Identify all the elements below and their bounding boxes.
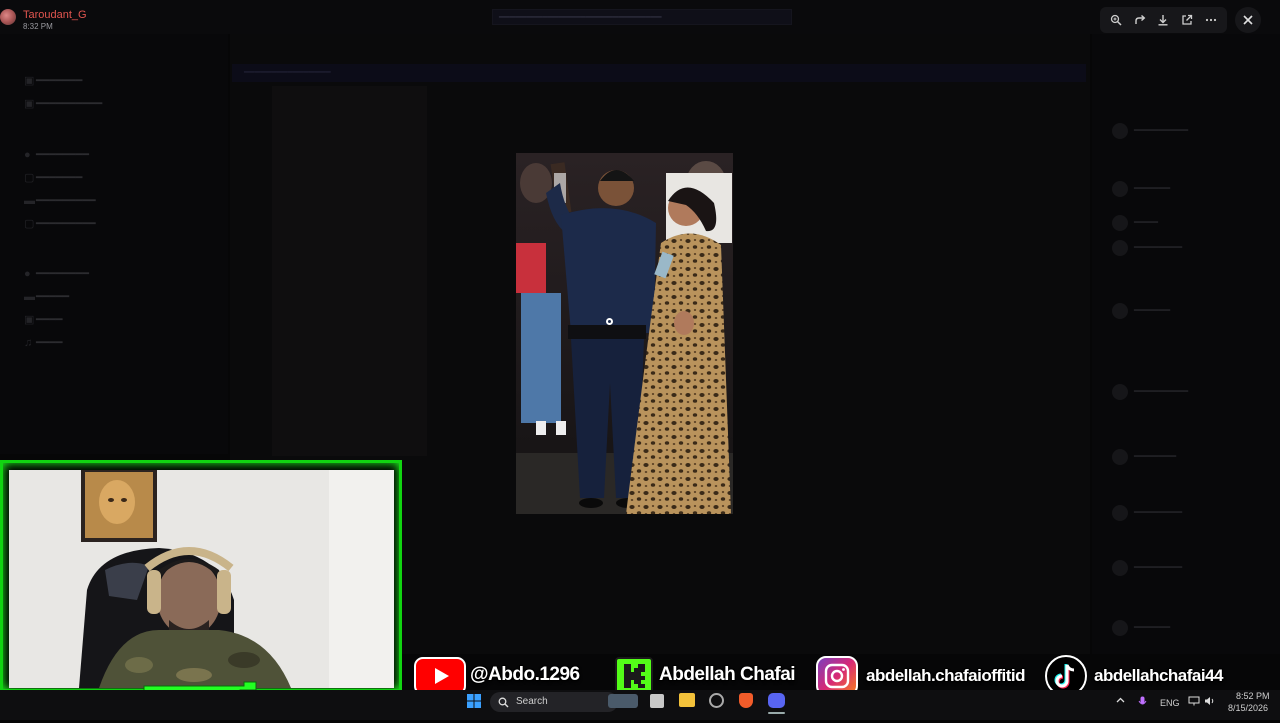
sidebar-channel-blurred: ♫ ━━━━ bbox=[24, 337, 63, 349]
member-item: ━━━━━━━━━ bbox=[1112, 384, 1188, 400]
task-view-icon[interactable] bbox=[650, 694, 664, 708]
webcam-feed bbox=[9, 470, 394, 688]
file-explorer-icon[interactable] bbox=[679, 693, 695, 707]
tiktok-handle: abdellahchafai44 bbox=[1094, 666, 1224, 685]
chevron-up-icon[interactable] bbox=[1116, 696, 1125, 707]
sidebar-channel-blurred: ▢ ━━━━━━━ bbox=[24, 172, 83, 184]
sidebar-channel-blurred: ● ━━━━━━━━ bbox=[24, 268, 89, 280]
mouse-cursor bbox=[606, 318, 613, 325]
member-item: ━━━━━━━ bbox=[1112, 449, 1176, 465]
viewer-toolbar bbox=[1100, 7, 1227, 33]
photo-illustration bbox=[516, 153, 733, 514]
webcam-scene bbox=[9, 470, 394, 688]
blurred-banner: ━━━━━━━━━━━━━━━━━━━━━━━━━━━━━━ bbox=[492, 9, 792, 25]
volume-icon[interactable] bbox=[1204, 696, 1215, 708]
sidebar-channel-blurred: ▬━━━━━━━━━ bbox=[24, 195, 96, 207]
member-item: ━━━━━━━━ bbox=[1112, 505, 1182, 521]
member-item: ━━━━ bbox=[1112, 215, 1158, 231]
zoom-icon[interactable] bbox=[1107, 11, 1125, 29]
network-icon[interactable] bbox=[1188, 696, 1200, 708]
sidebar-channel-blurred: ● ━━━━━━━━ bbox=[24, 149, 89, 161]
forward-icon[interactable] bbox=[1131, 11, 1149, 29]
taskbar bbox=[0, 690, 1280, 720]
sidebar-channel-blurred: ▣ ━━━━━━━━━━ bbox=[24, 98, 103, 110]
download-icon[interactable] bbox=[1154, 11, 1172, 29]
close-icon[interactable] bbox=[1235, 7, 1261, 33]
viewed-photo[interactable] bbox=[516, 153, 733, 514]
sidebar-channel-blurred: ▢ ━━━━━━━━━ bbox=[24, 218, 96, 230]
open-external-icon[interactable] bbox=[1178, 11, 1196, 29]
brave-icon[interactable] bbox=[739, 693, 753, 708]
uploader-avatar[interactable] bbox=[0, 9, 16, 25]
language-indicator[interactable]: ENG bbox=[1160, 698, 1180, 708]
instagram-handle: abdellah.chafaioffitid bbox=[866, 666, 1026, 685]
uploader-name[interactable]: Taroudant_G bbox=[23, 9, 87, 21]
microphone-icon[interactable] bbox=[1138, 696, 1147, 710]
taskbar-search-input[interactable]: Search bbox=[490, 692, 618, 712]
more-icon[interactable] bbox=[1202, 11, 1220, 29]
sidebar-channel-blurred: ▣ ━━━━ bbox=[24, 314, 63, 326]
taskbar-search-label: Search bbox=[516, 696, 548, 707]
youtube-handle: @Abdo.1296 bbox=[470, 664, 580, 685]
discord-icon[interactable] bbox=[768, 693, 785, 708]
member-item: ━━━━━━ bbox=[1112, 620, 1170, 636]
search-highlight-icon[interactable] bbox=[608, 694, 638, 708]
member-item: ━━━━━━━━ bbox=[1112, 240, 1182, 256]
active-app-indicator bbox=[768, 712, 785, 714]
blurred-image-attachment bbox=[272, 86, 427, 456]
member-item: ━━━━━━ bbox=[1112, 181, 1170, 197]
member-item: ━━━━━━━━━ bbox=[1112, 123, 1188, 139]
taskbar-date[interactable]: 8/15/2026 bbox=[1228, 703, 1268, 713]
taskbar-time[interactable]: 8:52 PM bbox=[1236, 691, 1270, 701]
sidebar-channel-blurred: ▬━━━━━ bbox=[24, 291, 70, 303]
member-item: ━━━━━━ bbox=[1112, 303, 1170, 319]
kick-handle: Abdellah Chafai bbox=[659, 664, 796, 685]
member-item: ━━━━━━━━ bbox=[1112, 560, 1182, 576]
pinned-notice-bar: ━━━━━━━━━━━━━━━━ bbox=[232, 64, 1086, 82]
sidebar-channel-blurred: ▣ ━━━━━━━ bbox=[24, 75, 83, 87]
chrome-icon[interactable] bbox=[709, 693, 724, 708]
upload-time: 8:32 PM bbox=[23, 22, 53, 31]
search-icon bbox=[498, 695, 509, 713]
windows-start-icon[interactable] bbox=[467, 694, 481, 708]
